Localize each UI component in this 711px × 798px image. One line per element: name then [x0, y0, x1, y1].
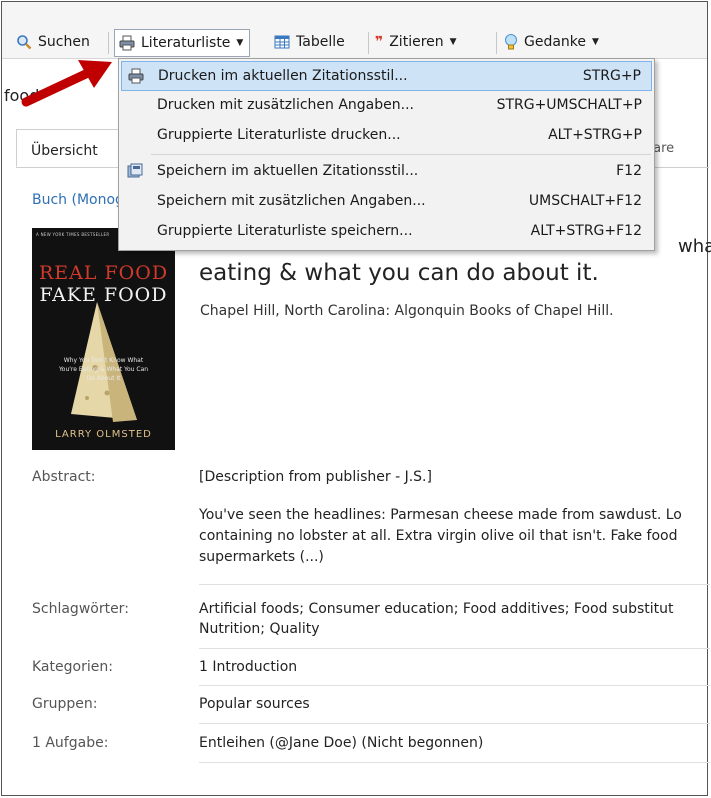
menu-item-label: Speichern mit zusätzlichen Angaben... [157, 193, 426, 209]
thought-label: Gedanke [524, 34, 587, 50]
menu-item-shortcut: STRG+P [582, 68, 641, 84]
toolbar-divider [108, 32, 109, 54]
search-button[interactable]: Suchen [16, 30, 90, 54]
divider [199, 584, 710, 585]
task-value[interactable]: Entleihen (@Jane Doe) (Nicht begonnen) [199, 735, 483, 751]
tab-overview[interactable]: Übersicht [16, 129, 126, 167]
groups-value: Popular sources [199, 696, 310, 712]
app-window: Suchen Literaturliste ▼ Tabelle ❞ Zitier… [1, 1, 711, 796]
cover-subtitle: Why You Don't Know What You're Eating & … [58, 357, 149, 382]
divider [199, 685, 710, 686]
keywords-value-cont: Nutrition; Quality [199, 621, 320, 637]
save-icon [127, 163, 143, 183]
table-icon [274, 34, 290, 50]
search-label: Suchen [38, 34, 90, 50]
printer-icon [128, 68, 144, 88]
categories-value: 1 Introduction [199, 659, 298, 675]
record-title: eating & what you can do about it. [199, 260, 599, 286]
keywords-value: Artificial foods; Consumer education; Fo… [199, 601, 674, 617]
literature-list-menu: Drucken im aktuellen Zitationsstil... ST… [118, 58, 655, 251]
literature-list-button[interactable]: Literaturliste ▼ [114, 29, 251, 57]
menu-item-save-grouped[interactable]: Gruppierte Literaturliste speichern... A… [121, 217, 652, 247]
menu-item-shortcut: ALT+STRG+F12 [530, 223, 642, 239]
menu-item-print-current-style[interactable]: Drucken im aktuellen Zitationsstil... ST… [121, 61, 652, 91]
caret-down-icon: ▼ [449, 37, 457, 47]
printer-icon [119, 35, 135, 51]
table-button[interactable]: Tabelle [274, 30, 345, 54]
literature-list-label: Literaturliste [141, 35, 231, 51]
lightbulb-icon [504, 33, 518, 51]
divider [199, 723, 710, 724]
toolbar: Suchen Literaturliste ▼ Tabelle ❞ Zitier… [2, 2, 707, 59]
menu-item-label: Drucken im aktuellen Zitationsstil... [158, 68, 408, 84]
menu-item-shortcut: ALT+STRG+P [548, 127, 642, 143]
menu-item-shortcut: STRG+UMSCHALT+P [496, 97, 642, 113]
record-title-fragment-right: wha [678, 236, 711, 257]
menu-item-print-grouped[interactable]: Gruppierte Literaturliste drucken... ALT… [121, 121, 652, 151]
quote-icon: ❞ [375, 34, 384, 50]
cite-button[interactable]: ❞ Zitieren ▼ [375, 30, 457, 54]
categories-label: Kategorien: [32, 659, 113, 675]
keywords-label: Schlagwörter: [32, 601, 129, 617]
task-label: 1 Aufgabe: [32, 735, 109, 751]
menu-item-label: Speichern im aktuellen Zitationsstil... [157, 163, 419, 179]
menu-item-print-extra[interactable]: Drucken mit zusätzlichen Angaben... STRG… [121, 91, 652, 121]
menu-item-label: Drucken mit zusätzlichen Angaben... [157, 97, 414, 113]
groups-label: Gruppen: [32, 696, 98, 712]
menu-item-label: Gruppierte Literaturliste drucken... [157, 127, 401, 143]
menu-item-shortcut: UMSCHALT+F12 [528, 193, 642, 209]
caret-down-icon: ▼ [592, 37, 599, 47]
caret-down-icon: ▼ [236, 38, 244, 48]
menu-item-label: Gruppierte Literaturliste speichern... [157, 223, 413, 239]
record-publisher: Chapel Hill, North Carolina: Algonquin B… [200, 303, 614, 319]
cover-title-a: REAL FOOD [38, 262, 169, 284]
table-label: Tabelle [296, 34, 345, 50]
annotation-arrow [21, 60, 112, 107]
divider [199, 648, 710, 649]
abstract-source: [Description from publisher - J.S.] [199, 469, 432, 485]
menu-item-save-current-style[interactable]: Speichern im aktuellen Zitationsstil... … [121, 157, 652, 187]
abstract-label: Abstract: [32, 469, 96, 485]
cite-label: Zitieren [389, 34, 444, 50]
menu-separator [151, 154, 651, 155]
menu-item-shortcut: F12 [616, 163, 642, 179]
toolbar-divider [368, 32, 369, 54]
toolbar-divider [496, 32, 497, 54]
book-cover: A NEW YORK TIMES BESTSELLER REAL FOOD FA… [32, 228, 175, 450]
menu-item-save-extra[interactable]: Speichern mit zusätzlichen Angaben... UM… [121, 187, 652, 217]
thought-button[interactable]: Gedanke ▼ [504, 30, 599, 54]
cover-author: LARRY OLMSTED [55, 429, 152, 440]
search-icon [16, 34, 32, 50]
abstract-text: You've seen the headlines: Parmesan chee… [199, 507, 682, 565]
divider [199, 762, 710, 763]
